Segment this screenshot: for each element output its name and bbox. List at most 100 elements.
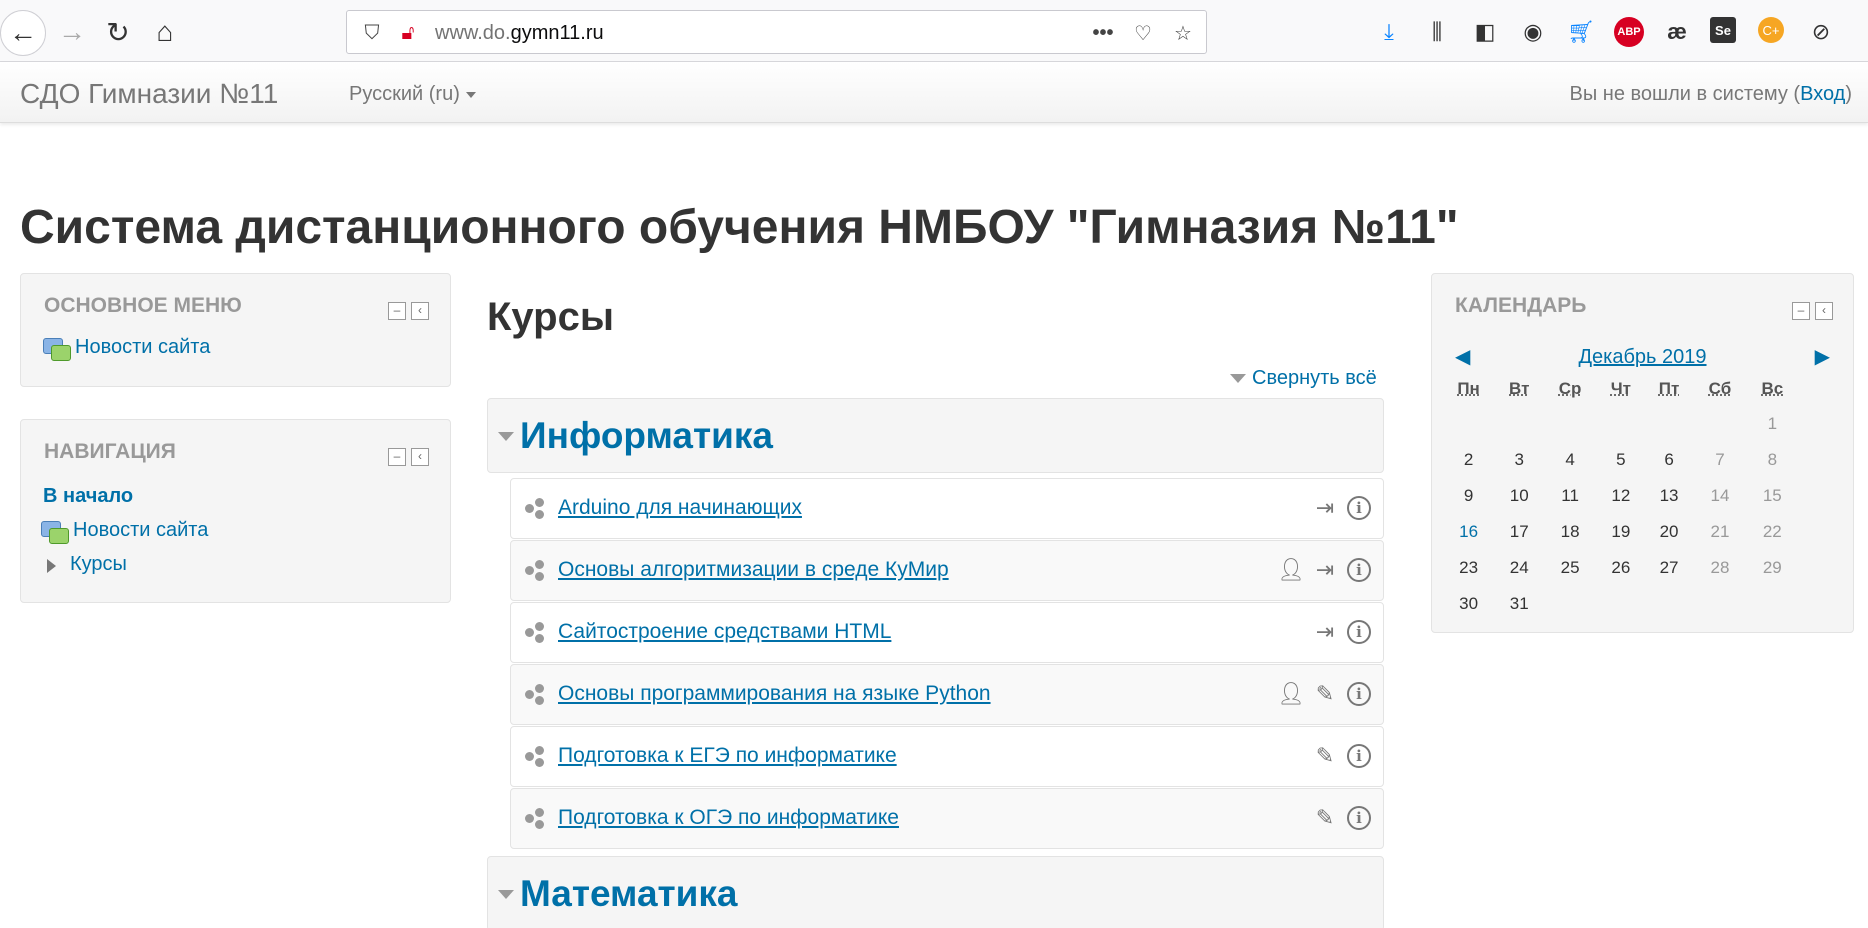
back-button[interactable]: ← bbox=[0, 10, 46, 56]
enrol-key-icon[interactable]: ✎ bbox=[1311, 741, 1339, 771]
calendar-day[interactable]: 29 bbox=[1747, 550, 1798, 586]
nav-news-item[interactable]: Новости сайта bbox=[41, 519, 208, 543]
calendar-day[interactable]: 2 bbox=[1442, 442, 1495, 478]
course-link[interactable]: Подготовка к ОГЭ по информатике bbox=[558, 806, 899, 830]
nav-home-link[interactable]: В начало bbox=[43, 485, 133, 508]
reload-button[interactable]: ↻ bbox=[98, 12, 138, 52]
category-name[interactable]: Информатика bbox=[520, 415, 773, 457]
forward-button[interactable]: → bbox=[52, 12, 92, 52]
category-name[interactable]: Математика bbox=[520, 873, 737, 915]
course-link[interactable]: Основы программирования на языке Python bbox=[558, 682, 991, 706]
pocket-icon[interactable]: ♡ bbox=[1130, 21, 1156, 45]
guest-access-icon[interactable]: 👤︎ bbox=[1277, 555, 1305, 585]
calendar-day[interactable]: 3 bbox=[1495, 442, 1543, 478]
calendar-day[interactable]: 15 bbox=[1747, 478, 1798, 514]
bookmark-star-icon[interactable]: ☆ bbox=[1170, 21, 1196, 45]
calendar-day[interactable]: 16 bbox=[1442, 514, 1495, 550]
site-brand[interactable]: СДО Гимназии №11 bbox=[20, 78, 278, 110]
course-info-button[interactable]: i bbox=[1345, 679, 1373, 709]
calendar-day[interactable]: 5 bbox=[1597, 442, 1645, 478]
calendar-day[interactable]: 26 bbox=[1597, 550, 1645, 586]
course-info-button[interactable]: i bbox=[1345, 741, 1373, 771]
calendar-day[interactable]: 24 bbox=[1495, 550, 1543, 586]
minimize-icon[interactable]: – bbox=[1792, 302, 1810, 320]
page-actions-icon[interactable]: ••• bbox=[1090, 21, 1116, 45]
calendar-day[interactable]: 10 bbox=[1495, 478, 1543, 514]
calendar-day[interactable]: 23 bbox=[1442, 550, 1495, 586]
expand-arrow-icon[interactable] bbox=[47, 559, 56, 573]
course-link[interactable]: Основы алгоритмизации в среде КуМир bbox=[558, 558, 949, 582]
calendar-day[interactable]: 27 bbox=[1645, 550, 1694, 586]
dock-icon[interactable]: ‹ bbox=[411, 448, 429, 466]
calendar-day[interactable]: 13 bbox=[1645, 478, 1694, 514]
news-link[interactable]: Новости сайта bbox=[75, 336, 210, 358]
home-button[interactable]: ⌂ bbox=[145, 12, 185, 52]
calendar-day[interactable]: 7 bbox=[1693, 442, 1746, 478]
nav-news-link[interactable]: Новости сайта bbox=[73, 519, 208, 541]
course-info-button[interactable]: i bbox=[1345, 617, 1373, 647]
course-link[interactable]: Arduino для начинающих bbox=[558, 496, 802, 520]
coupon-icon[interactable]: C+ bbox=[1758, 17, 1784, 43]
url-text[interactable]: www.do.gymn11.ru bbox=[435, 22, 604, 45]
category-informatics[interactable]: Информатика bbox=[487, 398, 1384, 473]
calendar-month[interactable]: Декабрь 2019 bbox=[1432, 346, 1853, 369]
guest-access-icon[interactable]: 👤︎ bbox=[1277, 679, 1305, 709]
info-icon: i bbox=[1347, 744, 1371, 768]
collapse-triangle-icon[interactable] bbox=[498, 890, 514, 899]
enrol-key-icon[interactable]: ✎ bbox=[1311, 803, 1339, 833]
adblock-icon[interactable]: ABP bbox=[1614, 17, 1644, 47]
cart-icon[interactable]: 🛒︎ bbox=[1566, 17, 1596, 47]
calendar-day[interactable]: 14 bbox=[1693, 478, 1746, 514]
self-enrol-icon[interactable]: ⇥ bbox=[1311, 617, 1339, 647]
category-mathematics[interactable]: Математика bbox=[487, 856, 1384, 928]
shield-icon[interactable]: ⛉ bbox=[359, 21, 385, 45]
course-info-button[interactable]: i bbox=[1345, 493, 1373, 523]
course-link[interactable]: Подготовка к ЕГЭ по информатике bbox=[558, 744, 897, 768]
extension-icon[interactable]: ⊘ bbox=[1806, 17, 1836, 47]
calendar-day[interactable]: 25 bbox=[1543, 550, 1597, 586]
calendar-day[interactable]: 8 bbox=[1747, 442, 1798, 478]
calendar-day[interactable]: 9 bbox=[1442, 478, 1495, 514]
self-enrol-icon[interactable]: ⇥ bbox=[1311, 555, 1339, 585]
collapse-all-link[interactable]: Свернуть всё bbox=[1230, 367, 1377, 390]
calendar-day[interactable]: 22 bbox=[1747, 514, 1798, 550]
self-enrol-icon[interactable]: ⇥ bbox=[1311, 493, 1339, 523]
calendar-day[interactable]: 12 bbox=[1597, 478, 1645, 514]
url-bar[interactable]: ⛉ 🔓︎ www.do.gymn11.ru ••• ♡ ☆ bbox=[346, 10, 1207, 54]
dock-icon[interactable]: ‹ bbox=[1815, 302, 1833, 320]
news-item[interactable]: Новости сайта bbox=[43, 336, 210, 360]
minimize-icon[interactable]: – bbox=[388, 448, 406, 466]
minimize-icon[interactable]: – bbox=[388, 302, 406, 320]
sidebar-icon[interactable]: ◧ bbox=[1470, 17, 1500, 47]
calendar-day[interactable]: 20 bbox=[1645, 514, 1694, 550]
library-icon[interactable]: ⫼ bbox=[1422, 17, 1452, 47]
calendar-day[interactable]: 31 bbox=[1495, 586, 1543, 622]
ae-extension-icon[interactable]: æ bbox=[1662, 17, 1692, 47]
calendar-day[interactable]: 30 bbox=[1442, 586, 1495, 622]
dock-icon[interactable]: ‹ bbox=[411, 302, 429, 320]
calendar-day[interactable]: 4 bbox=[1543, 442, 1597, 478]
collapse-triangle-icon[interactable] bbox=[498, 432, 514, 441]
account-icon[interactable]: ◉ bbox=[1518, 17, 1548, 47]
language-menu[interactable]: Русский (ru) bbox=[349, 83, 476, 106]
calendar-day[interactable]: 6 bbox=[1645, 442, 1694, 478]
login-link[interactable]: Вход bbox=[1800, 83, 1845, 105]
nav-courses-item[interactable]: Курсы bbox=[47, 553, 127, 576]
calendar-day[interactable]: 28 bbox=[1693, 550, 1746, 586]
calendar-day[interactable]: 17 bbox=[1495, 514, 1543, 550]
course-info-button[interactable]: i bbox=[1345, 803, 1373, 833]
calendar-day[interactable]: 18 bbox=[1543, 514, 1597, 550]
next-month-button[interactable]: ▶ bbox=[1815, 344, 1830, 369]
calendar-day[interactable]: 21 bbox=[1693, 514, 1746, 550]
calendar-day[interactable]: 19 bbox=[1597, 514, 1645, 550]
download-icon[interactable]: ⤓ bbox=[1374, 17, 1404, 47]
selenium-icon[interactable]: Se bbox=[1710, 17, 1736, 43]
forum-icon bbox=[43, 338, 69, 360]
enrol-key-icon[interactable]: ✎ bbox=[1311, 679, 1339, 709]
insecure-lock-icon[interactable]: 🔓︎ bbox=[395, 21, 421, 45]
course-info-button[interactable]: i bbox=[1345, 555, 1373, 585]
nav-courses-link[interactable]: Курсы bbox=[70, 553, 127, 575]
calendar-day[interactable]: 11 bbox=[1543, 478, 1597, 514]
calendar-day[interactable]: 1 bbox=[1747, 406, 1798, 442]
course-link[interactable]: Сайтостроение средствами HTML bbox=[558, 620, 891, 644]
